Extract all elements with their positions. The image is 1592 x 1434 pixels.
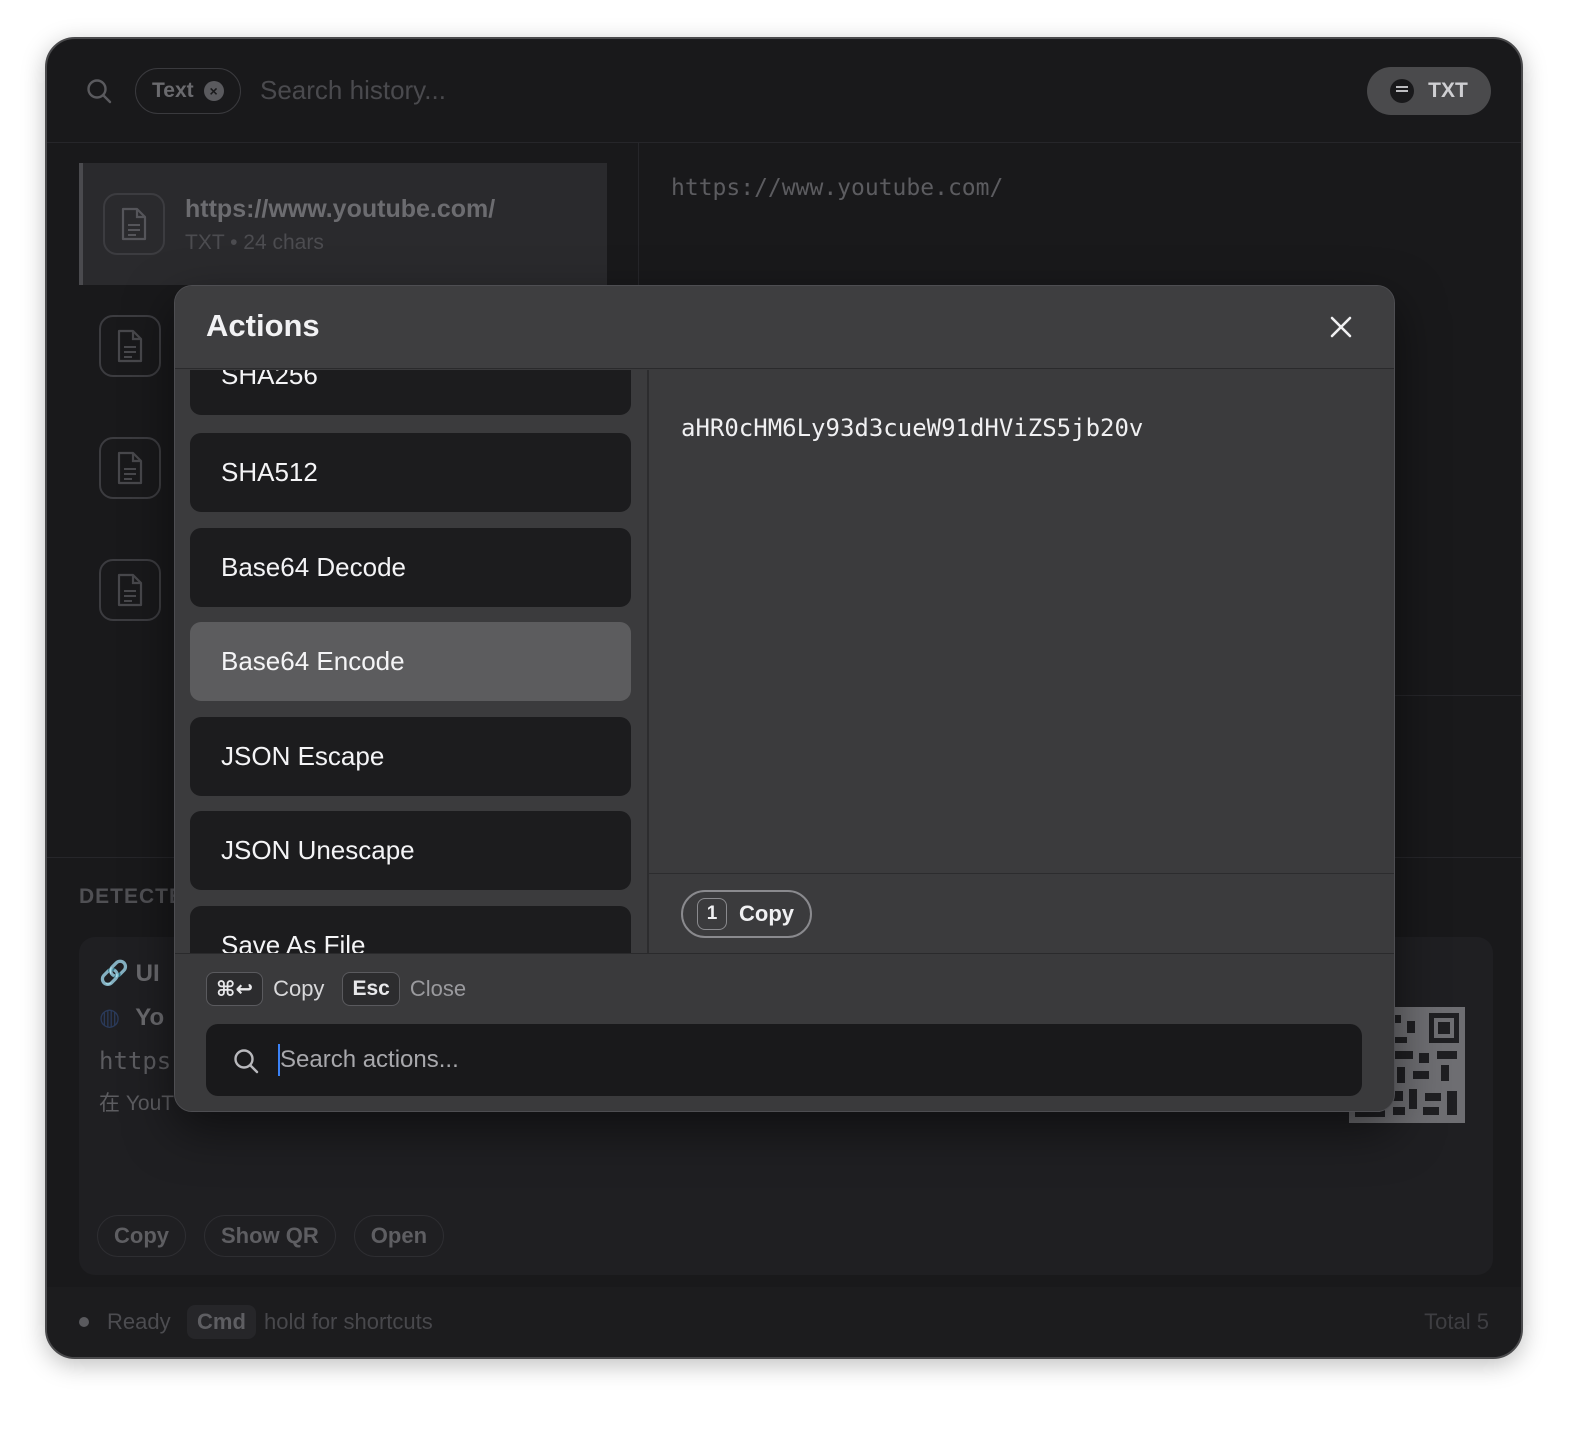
modal-body: SHA256 SHA512 Base64 Decode Base64 Encod…: [175, 370, 1394, 953]
history-search-input[interactable]: Search history...: [260, 75, 446, 106]
document-icon: [103, 193, 165, 255]
modal-title: Actions: [206, 308, 320, 343]
cmd-enter-key: ⌘↩: [206, 972, 264, 1006]
copy-shortcut-number: 1: [697, 898, 727, 930]
detected-description: 在 YouT: [99, 1092, 175, 1115]
document-icon: [99, 437, 161, 499]
copy-result-label: Copy: [739, 901, 794, 926]
preview-content: https://www.youtube.com/: [671, 175, 1004, 201]
history-item-meta: TXT • 24 chars: [185, 231, 324, 254]
type-filter-button[interactable]: TXT: [1367, 67, 1491, 115]
detected-copy-button[interactable]: Copy: [97, 1215, 186, 1257]
clear-filter-icon[interactable]: ×: [203, 81, 224, 101]
detected-url-row: 🔗 UI: [99, 959, 160, 988]
filter-chip-label: Text: [152, 79, 194, 102]
document-icon: [99, 559, 161, 621]
document-icon: [99, 315, 161, 377]
cmd-key-badge: Cmd: [187, 1305, 256, 1339]
action-item-base64-decode[interactable]: Base64 Decode: [190, 528, 631, 607]
show-qr-button[interactable]: Show QR: [204, 1215, 336, 1257]
actions-modal: Actions SHA256 SHA512 Base64 Decode Base…: [174, 285, 1395, 1112]
copy-hint-label: Copy: [273, 976, 325, 1001]
shortcut-hint: hold for shortcuts: [264, 1309, 433, 1334]
total-count: Total 5: [1424, 1309, 1489, 1334]
filter-icon: [1390, 79, 1415, 103]
action-result: aHR0cHM6Ly93d3cueW91dHViZS5jb20v: [681, 414, 1144, 442]
modal-footer: ⌘↩ Copy Esc Close: [175, 953, 1394, 1111]
result-footer: 1 Copy: [649, 873, 1394, 953]
link-icon: 🔗: [99, 960, 129, 987]
history-item[interactable]: https://www.youtube.com/ TXT • 24 chars: [79, 163, 607, 285]
open-button[interactable]: Open: [353, 1215, 445, 1257]
history-item-title: https://www.youtube.com/: [185, 195, 496, 223]
close-icon[interactable]: [1328, 314, 1354, 340]
esc-key: Esc: [342, 972, 400, 1006]
action-item-save-as-file[interactable]: Save As File: [190, 906, 631, 953]
action-item-json-escape[interactable]: JSON Escape: [190, 717, 631, 796]
action-item-base64-encode[interactable]: Base64 Encode: [190, 622, 631, 701]
filter-chip-text[interactable]: Text ×: [135, 68, 241, 114]
shortcut-hints: ⌘↩ Copy Esc Close: [206, 972, 474, 1006]
action-search-box: [206, 1024, 1362, 1096]
action-item-sha256[interactable]: SHA256: [190, 370, 631, 415]
search-icon: [234, 1049, 259, 1074]
status-bar: Ready Cmd hold for shortcuts Total 5: [47, 1287, 1521, 1357]
status-text: Ready: [107, 1309, 171, 1334]
modal-header: Actions: [175, 286, 1394, 369]
close-hint-label: Close: [409, 976, 467, 1001]
detected-url-label: UI: [135, 960, 160, 987]
top-bar: Text × Search history... TXT: [47, 39, 1521, 143]
detected-url-text: https: [99, 1047, 172, 1075]
action-item-sha512[interactable]: SHA512: [190, 433, 631, 512]
copy-result-button[interactable]: 1 Copy: [681, 890, 812, 938]
type-filter-label: TXT: [1428, 79, 1468, 102]
detected-section-label: DETECTE: [79, 885, 185, 908]
divider: [647, 370, 649, 953]
action-item-json-unescape[interactable]: JSON Unescape: [190, 811, 631, 890]
detected-site-title: Yo: [135, 1004, 165, 1031]
actions-list[interactable]: SHA256 SHA512 Base64 Decode Base64 Encod…: [175, 370, 647, 953]
globe-icon: ◍: [99, 1004, 120, 1031]
status-indicator: [79, 1317, 89, 1327]
detected-site-row: ◍ Yo: [99, 1003, 164, 1032]
detected-actions: Copy Show QR Open: [97, 1215, 445, 1257]
search-icon: [87, 79, 112, 104]
action-search-input[interactable]: [280, 1024, 1340, 1096]
